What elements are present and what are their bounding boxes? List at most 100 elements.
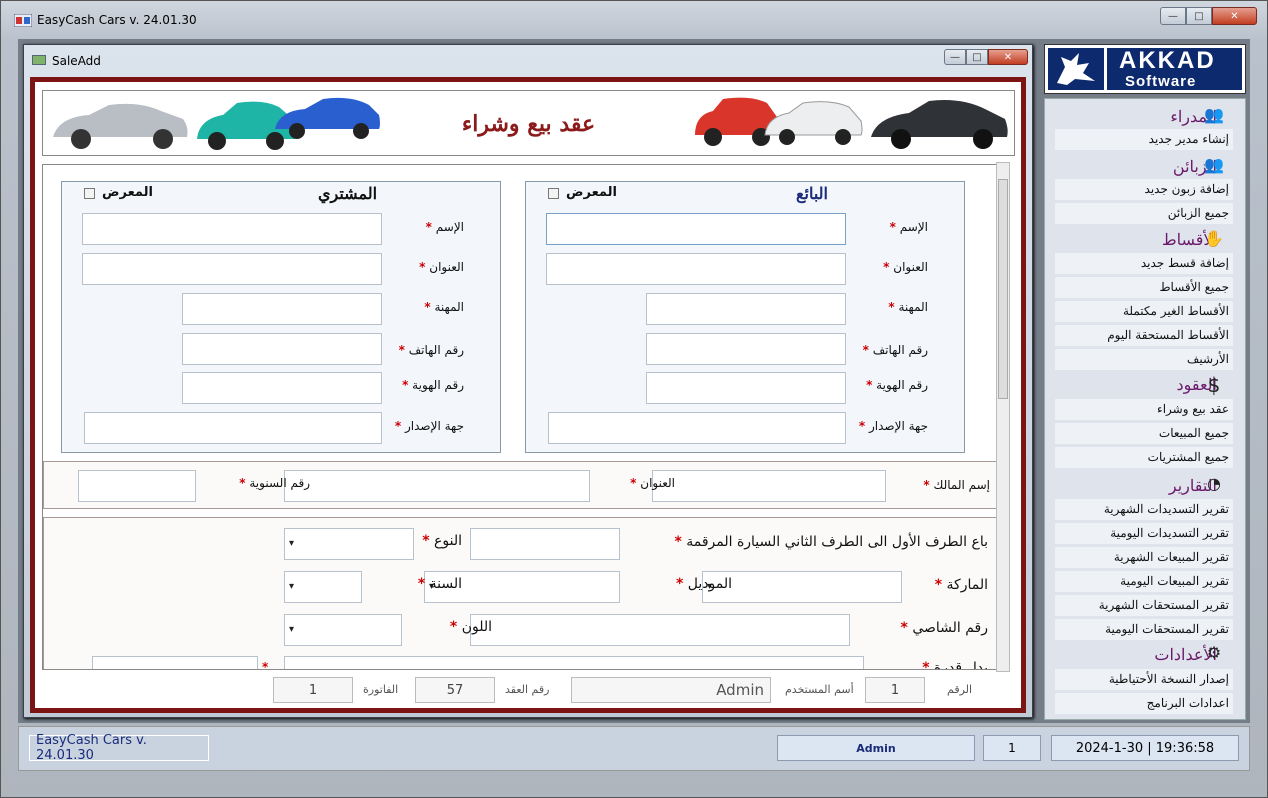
sidebar-item-new-manager[interactable]: إنشاء مدير جديد xyxy=(1055,129,1233,150)
model-label: الموديل * xyxy=(676,576,732,592)
invoice-label: الفاتورة xyxy=(363,683,399,696)
seller-issuer-input[interactable] xyxy=(548,412,846,444)
color-label: اللون * xyxy=(449,619,492,635)
seller-job-input[interactable] xyxy=(646,293,846,325)
owner-name-input[interactable] xyxy=(652,470,886,502)
sidebar: المدراء 👥 إنشاء مدير جديد الزبائن 👥 إضاف… xyxy=(1044,98,1246,720)
close-button[interactable]: ✕ xyxy=(1212,7,1257,25)
logo-line1: AKKAD xyxy=(1119,47,1216,74)
sidebar-item-archive[interactable]: الأرشيف xyxy=(1055,349,1233,370)
buyer-id-label: رقم الهوية * xyxy=(402,378,464,392)
form-frame: عقد بيع وشراء المشتري المعرض الإسم * الع… xyxy=(30,77,1026,713)
buyer-name-input[interactable] xyxy=(82,213,382,245)
owner-address-label: العنوان * xyxy=(630,476,675,490)
status-count: 1 xyxy=(983,735,1041,761)
users-icon: 👥 xyxy=(1204,105,1224,124)
owner-section: إسم المالك * العنوان * رقم السنوية * xyxy=(43,461,1001,509)
users-icon: 👥 xyxy=(1204,155,1224,174)
sidebar-item-incomplete-installments[interactable]: الأقساط الغير مكتملة xyxy=(1055,301,1233,322)
chassis-input[interactable] xyxy=(470,614,850,646)
form-inner: عقد بيع وشراء المشتري المعرض الإسم * الع… xyxy=(35,82,1021,708)
app-title: EasyCash Cars v. 24.01.30 xyxy=(37,13,197,27)
sidebar-item-add-customer[interactable]: إضافة زبون جديد xyxy=(1055,179,1233,200)
user-label: أسم المستخدم xyxy=(785,683,854,696)
sidebar-item-monthly-dues[interactable]: تقرير المستحقات الشهرية xyxy=(1055,595,1233,616)
seller-address-label: العنوان * xyxy=(883,260,928,274)
sidebar-item-monthly-payments[interactable]: تقرير التسديدات الشهرية xyxy=(1055,499,1233,520)
seller-phone-label: رقم الهاتف * xyxy=(862,343,928,357)
scroll-thumb[interactable] xyxy=(998,179,1008,399)
buyer-section: المشتري المعرض الإسم * العنوان * المهنة … xyxy=(61,181,501,453)
title-bar: EasyCash Cars v. 24.01.30 — □ ✕ xyxy=(1,1,1267,37)
invoice-field: 1 xyxy=(273,677,353,703)
sidebar-item-all-customers[interactable]: جميع الزبائن xyxy=(1055,203,1233,224)
sidebar-item-program-settings[interactable]: اعدادات البرنامج xyxy=(1055,693,1233,714)
buyer-phone-input[interactable] xyxy=(182,333,382,365)
seller-address-input[interactable] xyxy=(546,253,846,285)
sidebar-item-all-installments[interactable]: جميع الأقساط xyxy=(1055,277,1233,298)
sidebar-item-add-installment[interactable]: إضافة قسط جديد xyxy=(1055,253,1233,274)
maximize-button[interactable]: □ xyxy=(1186,7,1212,25)
owner-name-label: إسم المالك * xyxy=(923,478,990,492)
buyer-showroom-checkbox[interactable] xyxy=(84,188,95,199)
plate-number-input[interactable] xyxy=(470,528,620,560)
car-image xyxy=(871,100,1008,149)
sidebar-item-all-sales[interactable]: جميع المبيعات xyxy=(1055,423,1233,444)
sidebar-item-daily-payments[interactable]: تقرير التسديدات اليومية xyxy=(1055,523,1233,544)
sidebar-item-daily-dues[interactable]: تقرير المستحقات اليومية xyxy=(1055,619,1233,640)
child-maximize-button[interactable]: □ xyxy=(966,49,988,65)
price-label: بدل قدرة * xyxy=(922,660,988,670)
contract-field: 57 xyxy=(415,677,495,703)
main-window: EasyCash Cars v. 24.01.30 — □ ✕ AKKAD So… xyxy=(0,0,1268,798)
seller-job-label: المهنة * xyxy=(888,300,928,314)
sidebar-item-daily-sales[interactable]: تقرير المبيعات اليومية xyxy=(1055,571,1233,592)
sidebar-item-backup[interactable]: إصدار النسخة الأحتياطية xyxy=(1055,669,1233,690)
buyer-showroom-label: المعرض xyxy=(102,185,153,200)
type-select[interactable] xyxy=(284,528,414,560)
child-title: SaleAdd xyxy=(52,54,101,68)
form-footer: الرقم 1 أسم المستخدم Admin رقم العقد 57 … xyxy=(35,672,1021,708)
logo-line2: Software xyxy=(1125,73,1197,90)
akkad-logo: AKKAD Software xyxy=(1044,44,1246,94)
sidebar-item-sale-contract[interactable]: عقد بيع وشراء xyxy=(1055,399,1233,420)
owner-address-input[interactable] xyxy=(284,470,590,502)
window-icon xyxy=(32,55,46,65)
seller-phone-input[interactable] xyxy=(646,333,846,365)
status-bar: EasyCash Cars v. 24.01.30 Admin 1 2024-1… xyxy=(18,726,1250,771)
brand-select[interactable] xyxy=(702,571,902,603)
pie-chart-icon: ◔ xyxy=(1207,474,1221,493)
child-close-button[interactable]: ✕ xyxy=(988,49,1028,65)
brand-label: الماركة * xyxy=(934,577,988,593)
status-datetime: 2024-1-30 | 19:36:58 xyxy=(1051,735,1239,761)
annual-number-input[interactable] xyxy=(78,470,196,502)
color-select[interactable] xyxy=(284,614,402,646)
extra-input[interactable] xyxy=(92,656,258,669)
buyer-issuer-input[interactable] xyxy=(84,412,382,444)
buyer-job-input[interactable] xyxy=(182,293,382,325)
banner: عقد بيع وشراء xyxy=(42,90,1015,156)
sidebar-item-all-purchases[interactable]: جميع المشتريات xyxy=(1055,447,1233,468)
seller-name-input[interactable] xyxy=(546,213,846,245)
sale-add-window: SaleAdd — □ ✕ عقد بيع وشراء المشتري المع… xyxy=(23,44,1033,718)
buyer-address-input[interactable] xyxy=(82,253,382,285)
sold-label: باع الطرف الأول الى الطرف الثاني السيارة… xyxy=(674,534,988,550)
sidebar-item-monthly-sales[interactable]: تقرير المبيعات الشهرية xyxy=(1055,547,1233,568)
seller-id-input[interactable] xyxy=(646,372,846,404)
form-scrollbar[interactable] xyxy=(996,162,1010,672)
sidebar-item-due-today[interactable]: الأقساط المستحقة اليوم xyxy=(1055,325,1233,346)
price-input[interactable] xyxy=(284,656,864,669)
buyer-phone-label: رقم الهاتف * xyxy=(398,343,464,357)
child-minimize-button[interactable]: — xyxy=(944,49,966,65)
seller-name-label: الإسم * xyxy=(889,220,928,234)
gear-icon: ⚙ xyxy=(1206,643,1222,662)
buyer-job-label: المهنة * xyxy=(424,300,464,314)
number-field: 1 xyxy=(865,677,925,703)
hand-coin-icon: ✋ xyxy=(1204,229,1224,248)
minimize-button[interactable]: — xyxy=(1160,7,1186,25)
buyer-id-input[interactable] xyxy=(182,372,382,404)
type-label: النوع * xyxy=(422,533,462,549)
dollar-icon: $ xyxy=(1207,373,1221,397)
seller-heading: البائع xyxy=(796,184,828,203)
seller-showroom-checkbox[interactable] xyxy=(548,188,559,199)
year-select[interactable] xyxy=(284,571,362,603)
